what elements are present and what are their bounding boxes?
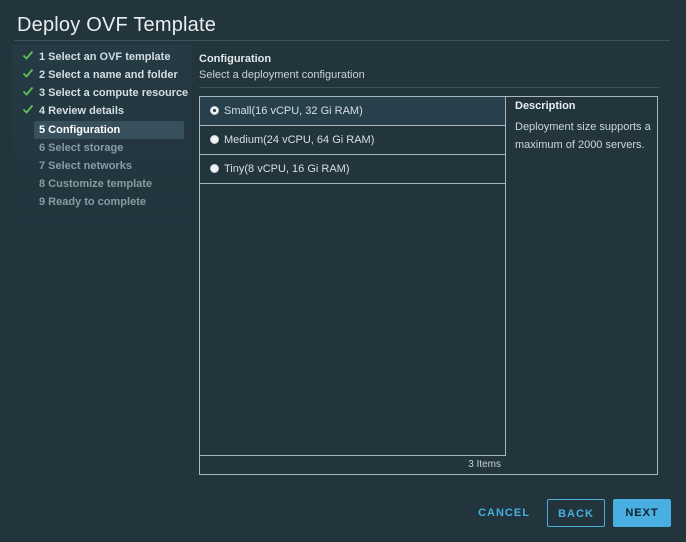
option-label: Medium(24 vCPU, 64 Gi RAM) (224, 134, 375, 146)
description-text: Deployment size supports a maximum of 20… (515, 121, 651, 151)
next-button[interactable]: NEXT (613, 499, 671, 527)
page-subtitle: Select a deployment configuration (199, 69, 365, 81)
option-label: Tiny(8 vCPU, 16 Gi RAM) (224, 163, 350, 175)
config-option-small[interactable]: Small(16 vCPU, 32 Gi RAM) (200, 97, 505, 126)
content-divider (199, 87, 659, 88)
cancel-button[interactable]: CANCEL (472, 499, 536, 527)
description-heading: Description (515, 100, 576, 112)
step-label: 1 Select an OVF template (39, 51, 171, 63)
description-column: Description Deployment size supports a m… (506, 97, 657, 474)
configuration-list: Small(16 vCPU, 32 Gi RAM) Medium(24 vCPU… (200, 97, 506, 456)
radio-button[interactable] (210, 135, 219, 144)
radio-button[interactable] (210, 164, 219, 173)
item-count: 3 Items (468, 459, 501, 470)
deploy-ovf-dialog: Deploy OVF Template 1 Select an OVF temp… (0, 0, 686, 542)
config-option-tiny[interactable]: Tiny(8 vCPU, 16 Gi RAM) (200, 155, 505, 184)
config-option-medium[interactable]: Medium(24 vCPU, 64 Gi RAM) (200, 126, 505, 155)
check-icon (22, 104, 34, 114)
page-title: Configuration (199, 53, 272, 65)
radio-button[interactable] (210, 106, 219, 115)
step-label: 3 Select a compute resource (39, 87, 189, 99)
step-label: 8 Customize template (39, 178, 153, 190)
option-label: Small(16 vCPU, 32 Gi RAM) (224, 105, 363, 117)
title-divider (14, 40, 670, 41)
step-label: 6 Select storage (39, 142, 124, 154)
list-footer: 3 Items (200, 455, 505, 474)
check-icon (22, 86, 34, 96)
step-label: 5 Configuration (39, 124, 121, 136)
step-label: 7 Select networks (39, 160, 132, 172)
step-label: 2 Select a name and folder (39, 69, 178, 81)
step-configuration[interactable]: 5 Configuration (34, 121, 184, 139)
step-label: 4 Review details (39, 105, 124, 117)
dialog-title: Deploy OVF Template (17, 14, 217, 36)
back-button[interactable]: BACK (547, 499, 605, 527)
step-label: 9 Ready to complete (39, 196, 146, 208)
check-icon (22, 50, 34, 60)
configuration-panel: Small(16 vCPU, 32 Gi RAM) Medium(24 vCPU… (199, 96, 658, 475)
check-icon (22, 68, 34, 78)
